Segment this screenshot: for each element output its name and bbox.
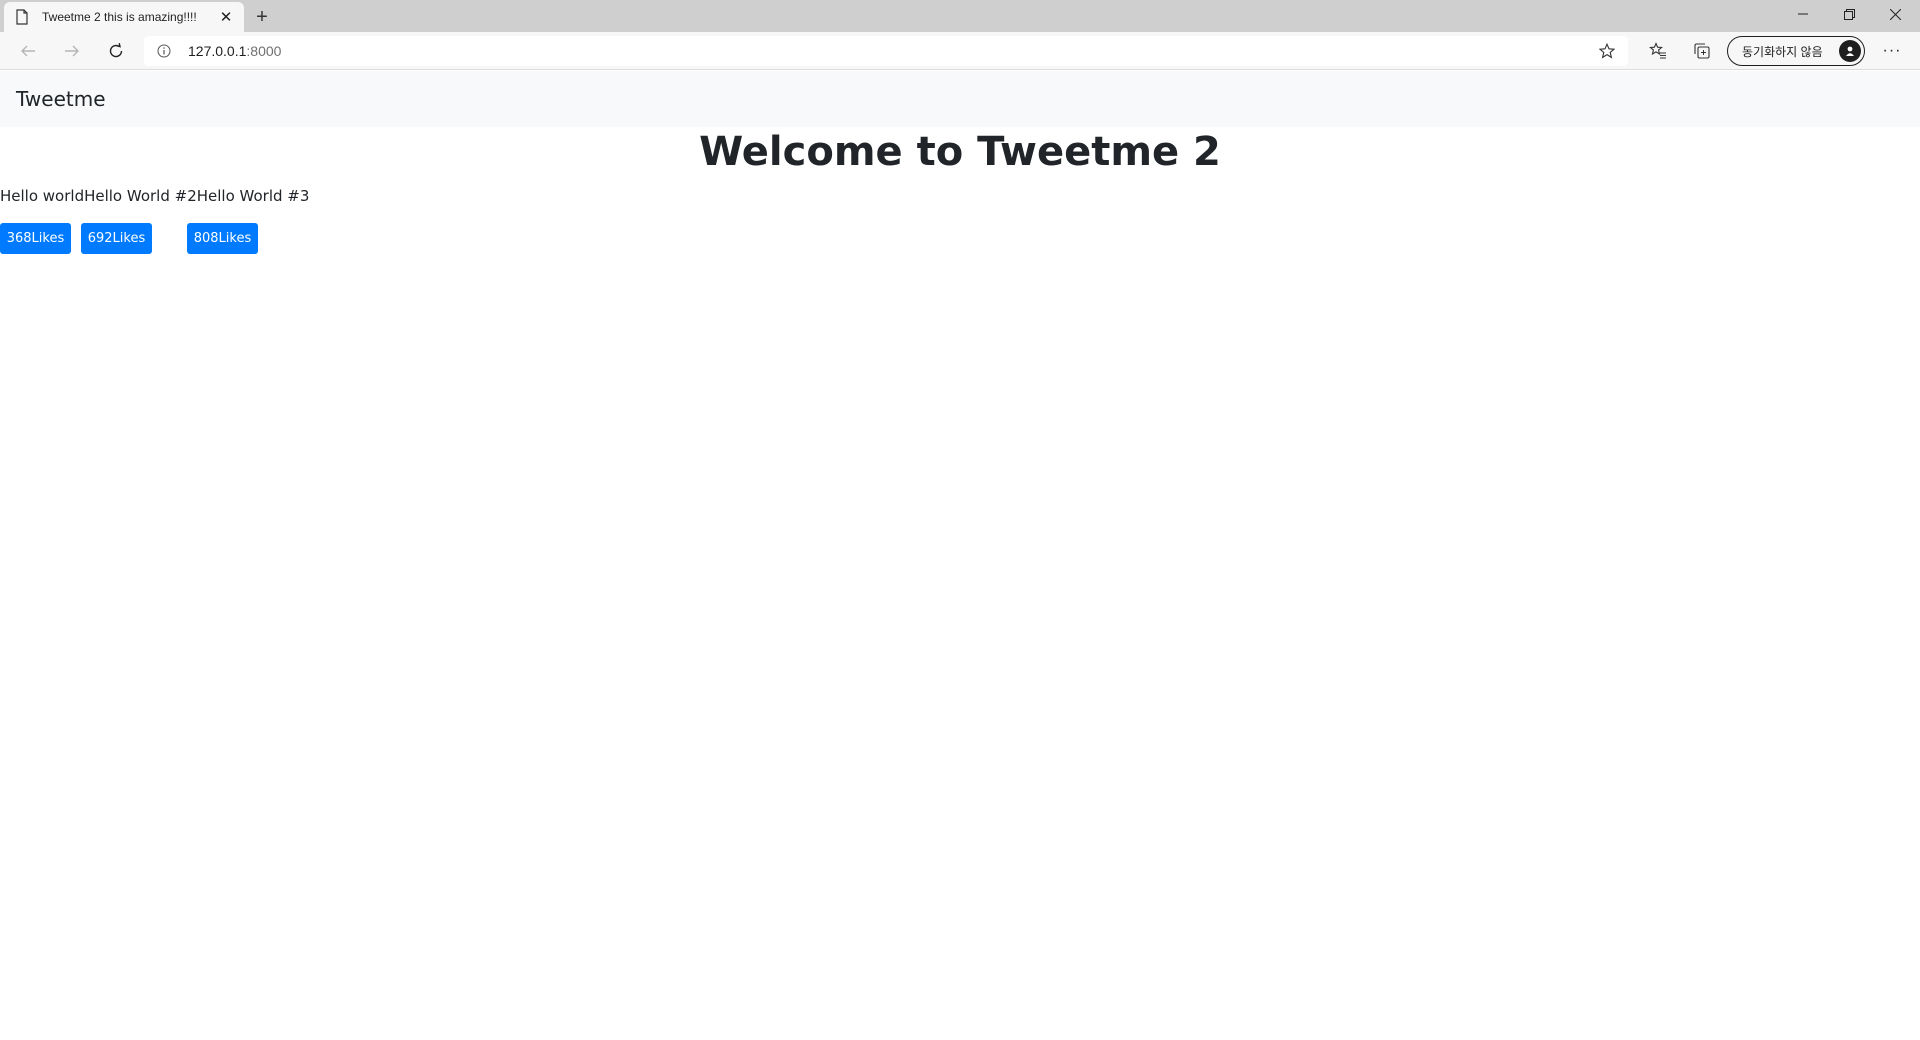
star-icon[interactable]	[1598, 42, 1616, 60]
page-icon	[14, 9, 30, 25]
address-bar[interactable]: 127.0.0.1:8000	[144, 36, 1628, 66]
tab-strip: Tweetme 2 this is amazing!!!! ✕ +	[0, 0, 1920, 32]
page-title: Welcome to Tweetme 2	[699, 129, 1221, 175]
profile-button[interactable]: 동기화하지 않음	[1727, 36, 1865, 66]
info-icon[interactable]	[156, 43, 172, 59]
avatar	[1839, 40, 1861, 62]
refresh-icon[interactable]	[100, 36, 132, 66]
plus-icon[interactable]: +	[250, 5, 274, 29]
more-icon[interactable]: ···	[1876, 38, 1908, 64]
like-button-1[interactable]: 368Likes	[0, 223, 71, 254]
close-icon[interactable]: ✕	[218, 9, 234, 26]
page-viewport: Tweetme Welcome to Tweetme 2 Hello world…	[0, 71, 1920, 1040]
forward-arrow-icon[interactable]	[56, 36, 88, 66]
url-host: 127.0.0.1	[188, 43, 247, 59]
like-button-3[interactable]: 808Likes	[187, 223, 258, 254]
url-port: :8000	[246, 43, 282, 59]
minimize-icon[interactable]	[1780, 0, 1826, 28]
tweets-list: Hello worldHello World #2Hello World #3	[0, 187, 310, 205]
url-text: 127.0.0.1:8000	[188, 43, 281, 59]
navbar-brand[interactable]: Tweetme	[16, 87, 106, 111]
site-navbar: Tweetme	[0, 71, 1920, 127]
profile-label: 동기화하지 않음	[1742, 44, 1823, 59]
back-arrow-icon[interactable]	[12, 36, 44, 66]
favorites-icon[interactable]	[1647, 40, 1669, 62]
browser-toolbar: 127.0.0.1:8000 동기화하지 않음 ···	[0, 32, 1920, 70]
browser-tab[interactable]: Tweetme 2 this is amazing!!!! ✕	[4, 2, 244, 32]
collections-icon[interactable]	[1691, 40, 1713, 62]
tab-title: Tweetme 2 this is amazing!!!!	[42, 10, 197, 24]
like-button-2[interactable]: 692Likes	[81, 223, 152, 254]
window-close-icon[interactable]	[1872, 0, 1918, 28]
restore-icon[interactable]	[1826, 0, 1872, 28]
